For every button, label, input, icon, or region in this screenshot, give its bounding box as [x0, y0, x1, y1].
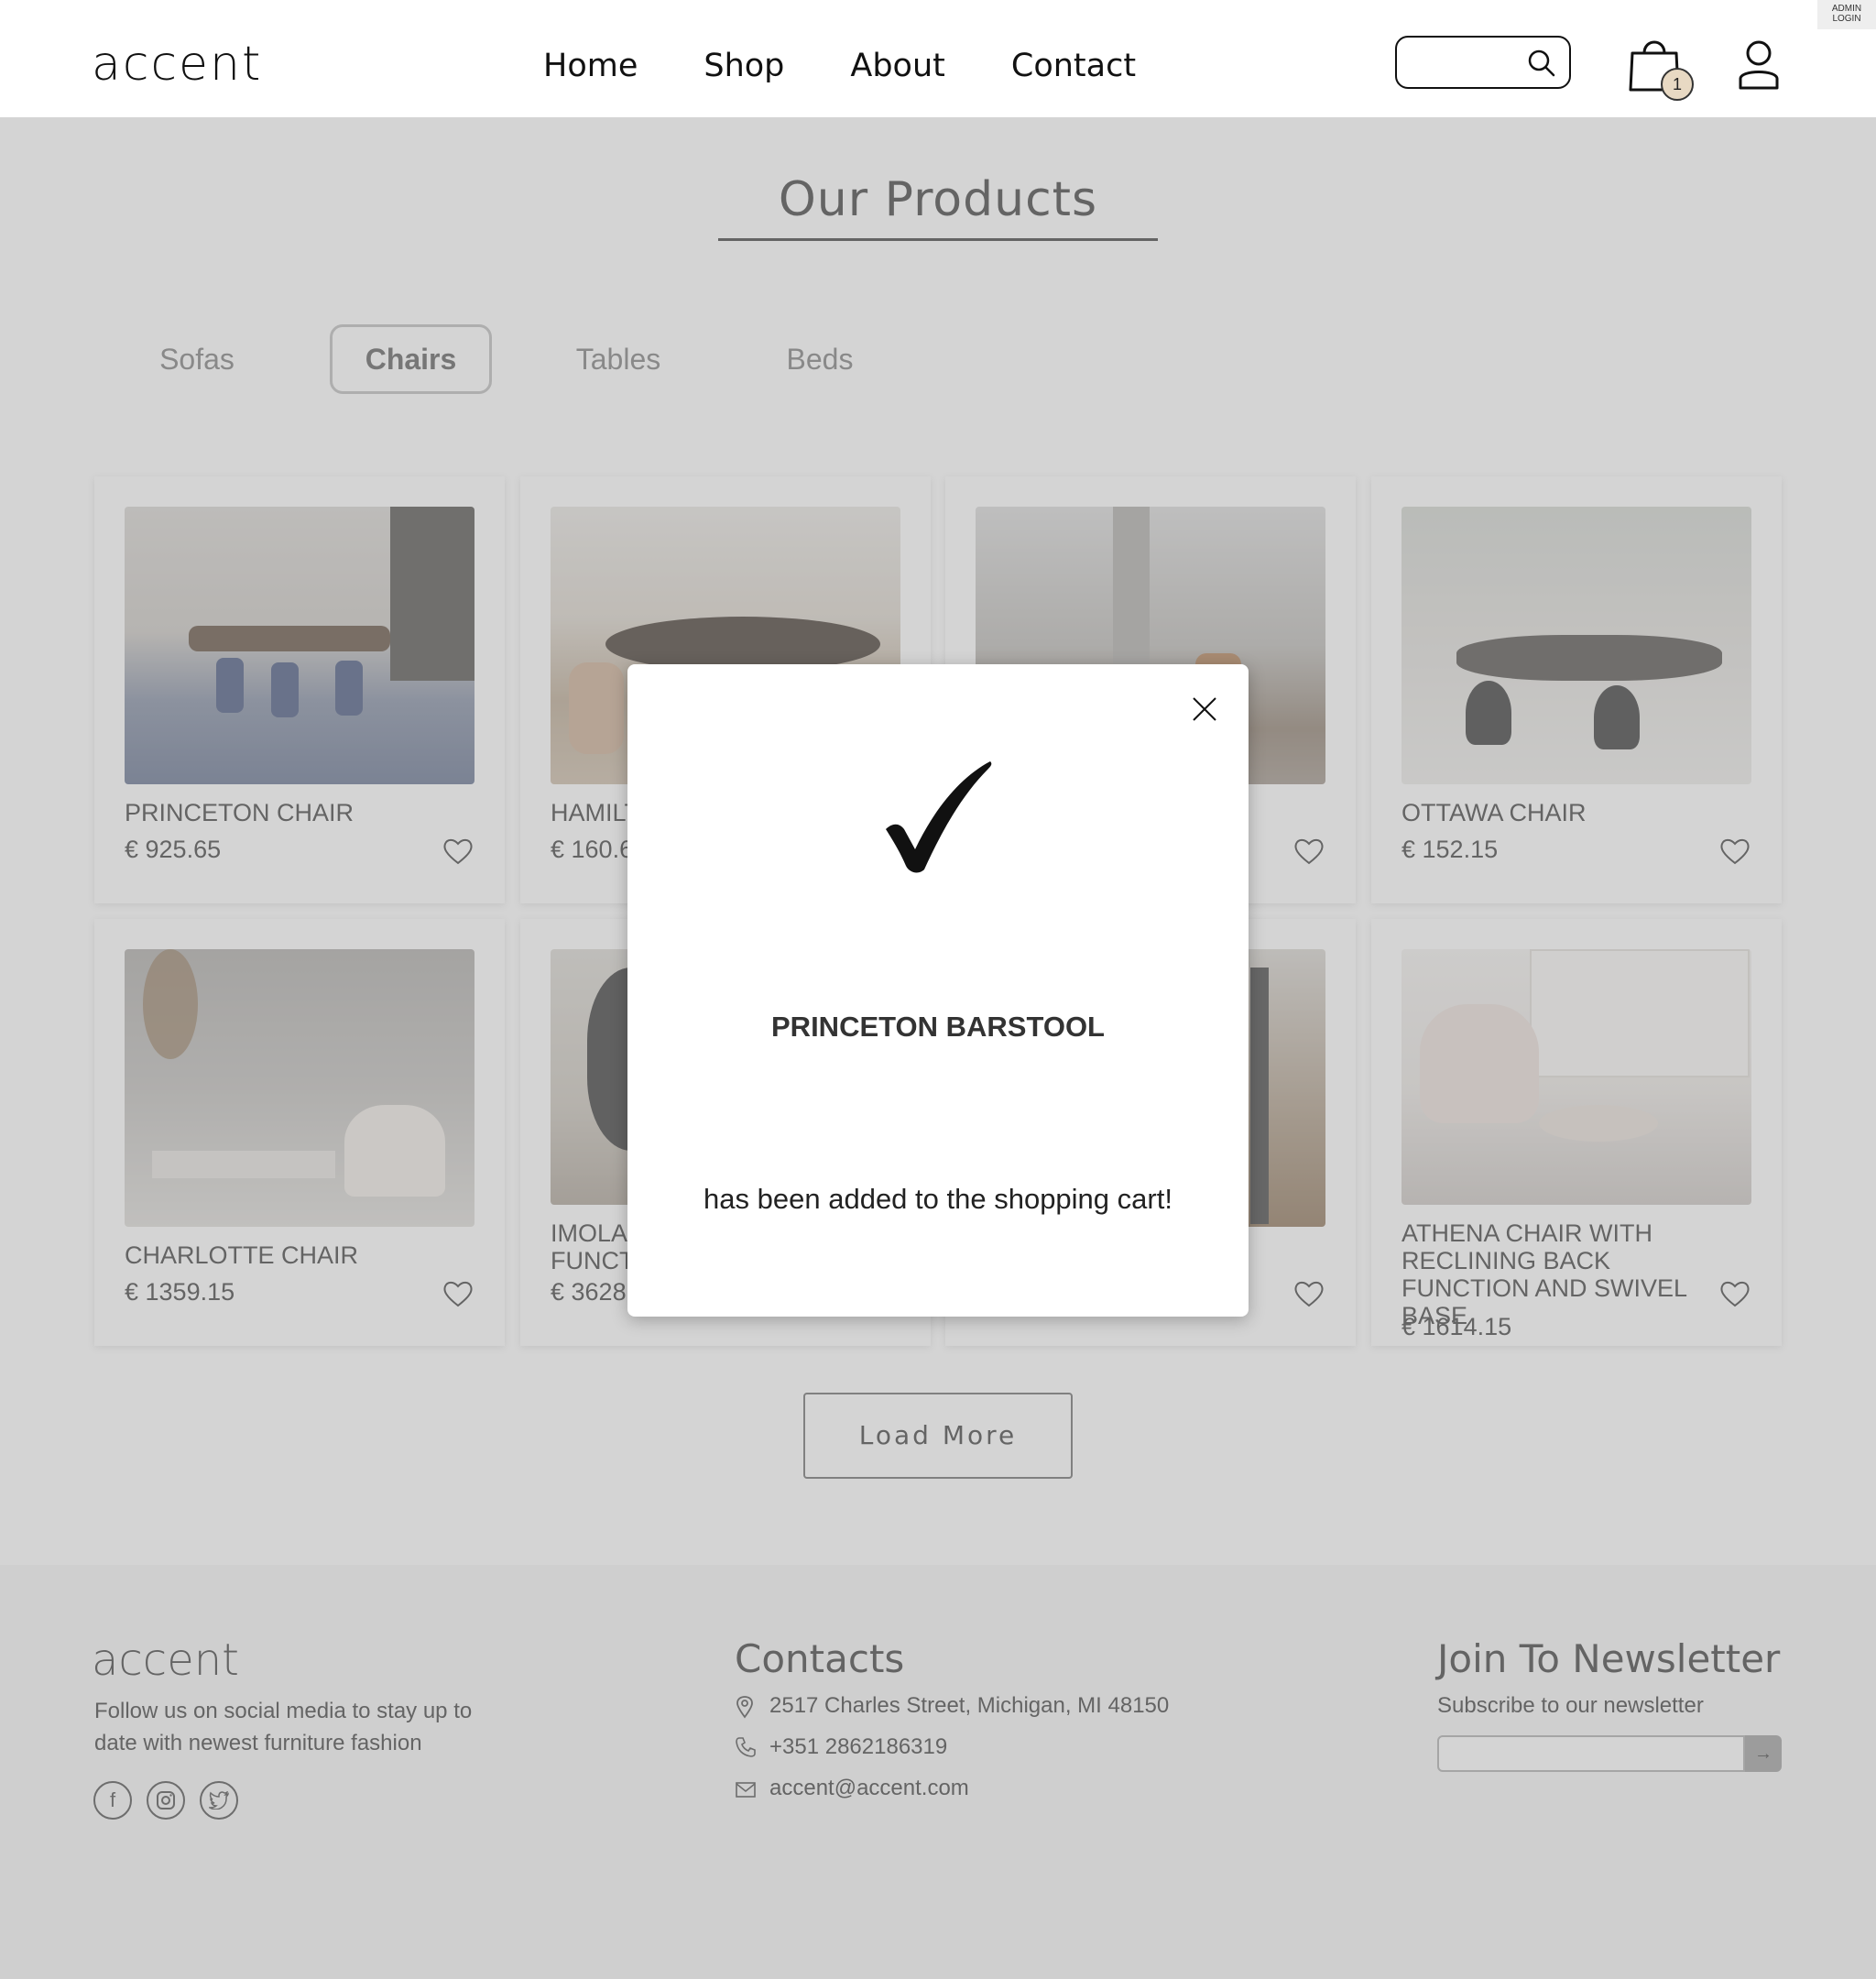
- site-logo[interactable]: accent: [92, 37, 262, 92]
- checkmark-icon: [886, 761, 992, 873]
- nav-about[interactable]: About: [850, 48, 944, 84]
- search-input[interactable]: [1395, 36, 1571, 89]
- site-header: accent Home Shop About Contact 1 ADMIN L…: [0, 0, 1876, 117]
- added-to-cart-modal: PRINCETON BARSTOOL has been added to the…: [627, 664, 1249, 1317]
- nav-contact[interactable]: Contact: [1011, 48, 1136, 84]
- modal-product-name: PRINCETON BARSTOOL: [771, 1011, 1105, 1043]
- nav-shop[interactable]: Shop: [704, 48, 784, 84]
- modal-message: has been added to the shopping cart!: [704, 1183, 1172, 1215]
- user-icon[interactable]: [1737, 38, 1781, 90]
- search-icon[interactable]: [1527, 49, 1556, 78]
- cart-count-badge: 1: [1661, 68, 1694, 101]
- admin-login-button[interactable]: ADMIN LOGIN: [1817, 0, 1876, 29]
- main-nav: Home Shop About Contact: [543, 48, 1136, 84]
- nav-home[interactable]: Home: [543, 48, 638, 84]
- close-icon[interactable]: [1190, 694, 1219, 724]
